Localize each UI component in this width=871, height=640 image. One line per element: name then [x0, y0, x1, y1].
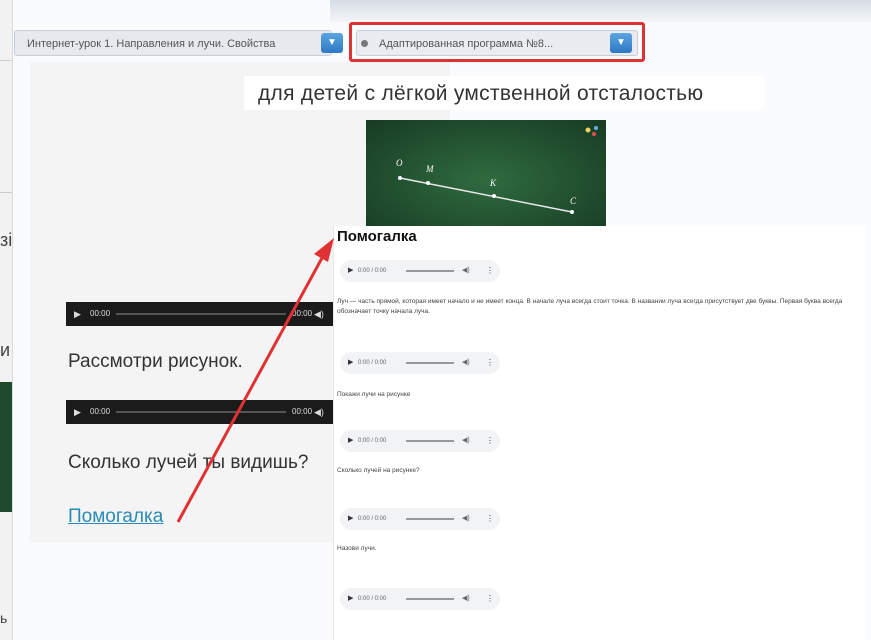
annotation-arrow — [176, 238, 334, 523]
